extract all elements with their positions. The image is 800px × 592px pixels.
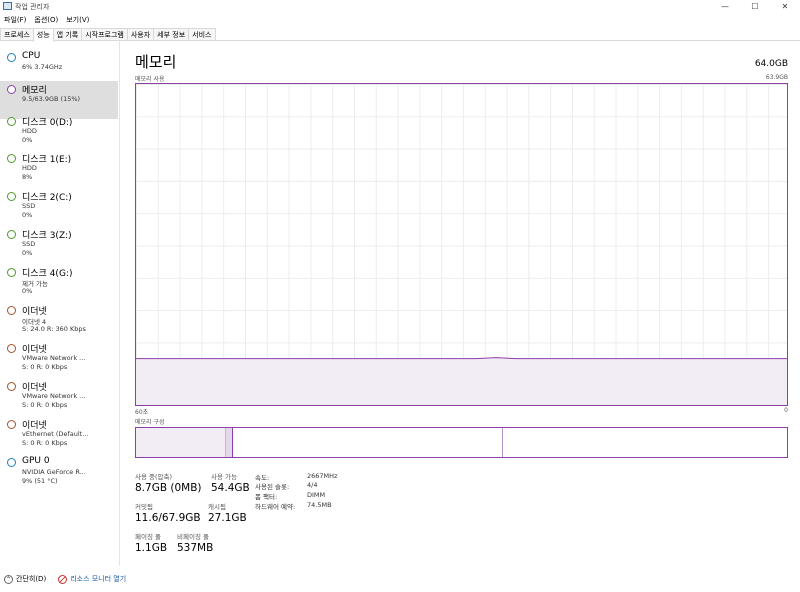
graph-thumbnail-icon — [7, 117, 16, 126]
stat-paged-pool: 페이징 풀 1.1GB — [135, 533, 168, 554]
sidebar-item-detail: 0% — [22, 136, 33, 144]
memory-panel: 메모리 64.0GB 메모리 사용 63.9GB 60초 0 메모리 구성 사용… — [135, 51, 790, 561]
sidebar-item-2-디스크-0-d-[interactable]: 디스크 0(D:) HDD 0% — [0, 113, 118, 151]
close-button[interactable]: ✕ — [770, 0, 800, 13]
tab-users[interactable]: 사용자 — [126, 28, 155, 40]
sidebar-item-detail: S: 0 R: 0 Kbps — [22, 439, 68, 447]
graph-thumbnail-icon — [7, 85, 16, 94]
resource-monitor-icon — [58, 574, 68, 584]
menu-view[interactable]: 보기(V) — [62, 14, 93, 26]
menu-bar: 파일(F) 옵션(O) 보기(V) — [0, 14, 93, 26]
graph-thumbnail-icon — [7, 230, 16, 239]
sidebar-item-detail: 9% (51 °C) — [22, 477, 58, 485]
graph-thumbnail-icon — [7, 154, 16, 163]
menu-options[interactable]: 옵션(O) — [30, 14, 62, 26]
sidebar-item-detail: HDD — [22, 164, 37, 172]
tab-performance[interactable]: 성능 — [32, 28, 54, 42]
sidebar-item-detail: 0% — [22, 287, 33, 295]
graph-thumbnail-icon — [7, 306, 16, 315]
sidebar-item-detail: vEthernet (Default... — [22, 430, 89, 438]
tab-details[interactable]: 세부 정보 — [153, 28, 190, 40]
sidebar-item-8-이더넷[interactable]: 이더넷 VMware Network ... S: 0 R: 0 Kbps — [0, 340, 118, 378]
sidebar-item-detail: SSD — [22, 202, 36, 210]
sidebar-item-detail: NVIDIA GeForce R... — [22, 468, 86, 476]
stat-cached: 캐시됨 27.1GB — [208, 503, 247, 524]
sidebar-item-4-디스크-2-c-[interactable]: 디스크 2(C:) SSD 0% — [0, 188, 118, 226]
sidebar-item-detail: S: 0 R: 0 Kbps — [22, 401, 68, 409]
memory-usage-chart — [136, 357, 787, 405]
sidebar-item-detail: 0% — [22, 249, 33, 257]
sidebar-item-detail: SSD — [22, 240, 36, 248]
tab-app-history[interactable]: 앱 기록 — [52, 28, 83, 40]
task-manager-icon — [3, 2, 12, 10]
fewer-details-button[interactable]: ⌃ 간단히(D) — [4, 574, 46, 584]
performance-sidebar: CPU 6% 3.74GHz 메모리 9.5/63.9GB (15%) 디스크 0(D:… — [0, 41, 120, 566]
memory-composition-bar — [135, 427, 788, 458]
usage-area — [136, 357, 787, 405]
stat-committed: 커밋됨 11.6/67.9GB — [135, 503, 201, 524]
graph-thumbnail-icon — [7, 268, 16, 277]
tab-services[interactable]: 서비스 — [188, 28, 216, 40]
open-resource-monitor-link[interactable]: 리소스 모니터 열기 — [58, 574, 126, 584]
prop-slots-value: 4/4 — [307, 481, 318, 489]
menu-file[interactable]: 파일(F) — [0, 14, 30, 26]
window-title: 작업 관리자 — [15, 3, 50, 11]
stat-nonpaged-pool: 비페이징 풀 537MB — [177, 533, 214, 554]
graph-thumbnail-icon — [7, 420, 16, 429]
graph-thumbnail-icon — [7, 382, 16, 391]
sidebar-item-6-디스크-4-g-[interactable]: 디스크 4(G:) 제거 가능 0% — [0, 264, 118, 302]
tab-startup[interactable]: 시작프로그램 — [81, 28, 128, 40]
stat-in-use: 사용 중(압축) 8.7GB (0MB) — [135, 473, 202, 494]
sidebar-item-detail: 8% — [22, 173, 33, 181]
sidebar-item-detail: 9.5/63.9GB (15%) — [22, 95, 81, 103]
page-title: 메모리 — [135, 53, 177, 71]
prop-slots-label: 사용된 슬롯: — [255, 483, 290, 491]
bottom-bar: ⌃ 간단히(D) 리소스 모니터 열기 — [0, 570, 800, 588]
prop-form-label: 폼 팩터: — [255, 493, 278, 501]
composition-standby-divider — [502, 428, 503, 457]
sidebar-item-detail: S: 24.0 R: 360 Kbps — [22, 325, 86, 333]
sidebar-item-11-gpu-0[interactable]: GPU 0 NVIDIA GeForce R... 9% (51 °C) — [0, 454, 118, 492]
prop-form-value: DIMM — [307, 491, 326, 499]
composition-in-use — [136, 428, 226, 457]
maximize-button[interactable]: ☐ — [740, 0, 770, 13]
prop-speed-value: 2667MHz — [307, 472, 338, 480]
total-memory: 64.0GB — [754, 59, 788, 69]
sidebar-item-7-이더넷[interactable]: 이더넷 이더넷 4 S: 24.0 R: 360 Kbps — [0, 302, 118, 340]
composition-modified — [226, 428, 233, 457]
sidebar-item-10-이더넷[interactable]: 이더넷 vEthernet (Default... S: 0 R: 0 Kbps — [0, 416, 118, 454]
sidebar-item-detail: HDD — [22, 127, 37, 135]
usage-max-label: 63.9GB — [765, 74, 788, 81]
prop-reserved-value: 74.5MB — [307, 501, 332, 509]
usage-label: 메모리 사용 — [135, 76, 165, 83]
chevron-up-icon: ⌃ — [4, 574, 13, 584]
graph-thumbnail-icon — [7, 53, 16, 62]
time-axis-right: 0 — [784, 407, 788, 414]
sidebar-item-3-디스크-1-e-[interactable]: 디스크 1(E:) HDD 8% — [0, 150, 118, 188]
tab-processes[interactable]: 프로세스 — [0, 28, 34, 40]
sidebar-item-title: GPU 0 — [22, 456, 50, 466]
sidebar-item-detail: VMware Network ... — [22, 354, 86, 362]
graph-thumbnail-icon — [7, 458, 16, 467]
memory-usage-graph — [135, 83, 788, 406]
graph-thumbnail-icon — [7, 344, 16, 353]
composition-label: 메모리 구성 — [135, 419, 165, 426]
sidebar-item-5-디스크-3-z-[interactable]: 디스크 3(Z:) SSD 0% — [0, 226, 118, 264]
sidebar-item-detail: 6% 3.74GHz — [22, 63, 63, 71]
time-axis-left: 60초 — [135, 409, 149, 416]
title-bar: 작업 관리자 — ☐ ✕ — [0, 0, 800, 13]
stat-available: 사용 가능 54.4GB — [211, 473, 250, 494]
sidebar-item-detail: S: 0 R: 0 Kbps — [22, 363, 68, 371]
graph-thumbnail-icon — [7, 192, 16, 201]
prop-reserved-label: 하드웨어 예약: — [255, 503, 296, 511]
sidebar-item-9-이더넷[interactable]: 이더넷 VMware Network ... S: 0 R: 0 Kbps — [0, 378, 118, 416]
minimize-button[interactable]: — — [710, 0, 740, 13]
sidebar-item-title: CPU — [22, 51, 41, 61]
sidebar-item-detail: 0% — [22, 211, 33, 219]
tab-strip: 프로세스 성능 앱 기록 시작프로그램 사용자 세부 정보 서비스 — [0, 28, 800, 42]
sidebar-item-detail: VMware Network ... — [22, 392, 86, 400]
usage-line — [136, 357, 787, 360]
